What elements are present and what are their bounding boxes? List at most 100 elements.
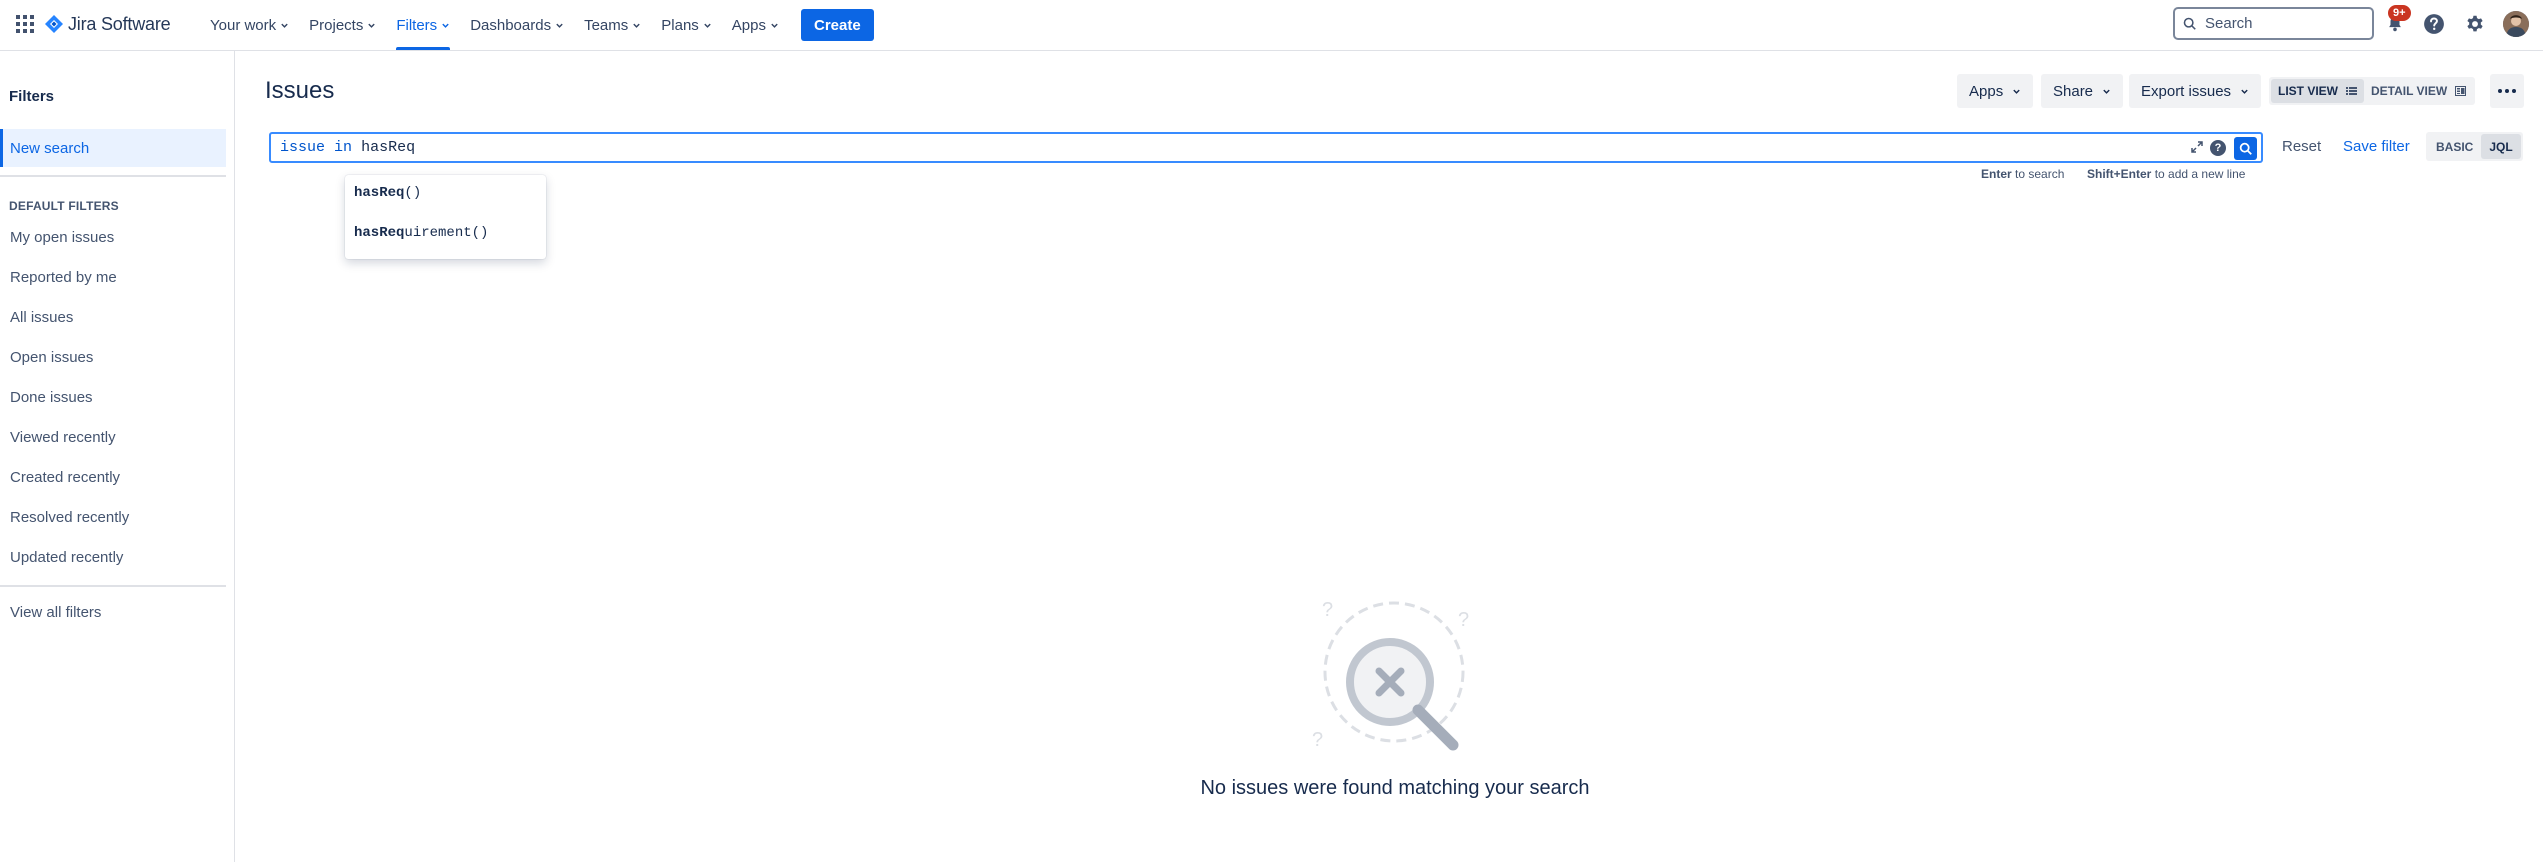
list-view-toggle[interactable]: LIST VIEW: [2271, 79, 2364, 103]
settings-gear-icon[interactable]: [2461, 10, 2489, 38]
sidebar-item-label: New search: [10, 139, 90, 157]
svg-text:?: ?: [1458, 609, 1469, 631]
expand-icon[interactable]: [2190, 140, 2204, 154]
view-toggle: LIST VIEW DETAIL VIEW: [2269, 77, 2476, 105]
chevron-down-icon: [633, 23, 640, 28]
jql-editor[interactable]: issue in hasReq ?: [269, 132, 2263, 163]
notifications-badge: 9+: [2388, 5, 2411, 21]
jql-value: hasReq: [361, 139, 416, 156]
nav-your-work[interactable]: Your work: [200, 0, 299, 50]
global-search[interactable]: [2173, 7, 2374, 40]
suggestion-rest: uirement(): [404, 225, 489, 241]
hint-text: to search: [2015, 167, 2065, 181]
nav-teams-label: Teams: [584, 16, 629, 34]
sidebar-item-view-all-filters[interactable]: View all filters: [10, 604, 101, 621]
apps-button-label: Apps: [1969, 82, 2004, 100]
jql-hint-shift-enter: Shift+Enter to add a new line: [2087, 167, 2245, 181]
nav-your-work-label: Your work: [210, 16, 277, 34]
nav-dashboards[interactable]: Dashboards: [460, 0, 574, 50]
jql-hint-enter: Enter to search: [1981, 167, 2064, 181]
export-button-label: Export issues: [2141, 82, 2232, 100]
sidebar-item-created-recently[interactable]: Created recently: [10, 469, 120, 486]
sidebar-divider: [0, 585, 226, 587]
sidebar-item-done-issues[interactable]: Done issues: [10, 389, 93, 406]
brand-name: Jira Software: [68, 13, 171, 34]
jql-operator: in: [334, 139, 353, 156]
hint-text: to add a new line: [2154, 167, 2246, 181]
sidebar-item-reported-by-me[interactable]: Reported by me: [10, 269, 117, 286]
reset-button[interactable]: Reset: [2282, 138, 2321, 155]
chevron-down-icon: [2103, 89, 2110, 94]
detail-view-label: DETAIL VIEW: [2371, 84, 2448, 98]
share-button-label: Share: [2053, 82, 2094, 100]
jql-autocomplete-dropdown: hasReq() hasRequirement(): [345, 175, 546, 259]
chevron-down-icon: [2241, 89, 2248, 94]
sidebar-item-updated-recently[interactable]: Updated recently: [10, 549, 123, 566]
nav-dashboards-label: Dashboards: [470, 16, 552, 34]
export-issues-button[interactable]: Export issues: [2129, 74, 2262, 108]
page-title: Issues: [265, 77, 335, 104]
jql-keyword: issue: [280, 139, 326, 156]
save-filter-button[interactable]: Save filter: [2343, 138, 2410, 155]
chevron-down-icon: [704, 23, 711, 28]
nav-projects[interactable]: Projects: [299, 0, 386, 50]
nav-apps[interactable]: Apps: [722, 0, 789, 50]
share-button[interactable]: Share: [2041, 74, 2124, 108]
svg-text:?: ?: [1322, 600, 1333, 621]
empty-state-message: No issues were found matching your searc…: [1200, 777, 1590, 799]
chevron-down-icon: [2013, 89, 2020, 94]
sidebar-item-new-search[interactable]: New search: [0, 129, 226, 167]
chevron-down-icon: [368, 23, 376, 28]
sidebar-item-open-issues[interactable]: Open issues: [10, 349, 93, 366]
nav-apps-label: Apps: [731, 16, 766, 34]
chevron-down-icon: [442, 23, 449, 28]
jira-diamond-icon: [45, 15, 63, 33]
question-circle-icon: [2424, 14, 2444, 34]
help-icon[interactable]: [2420, 10, 2448, 38]
jql-help-icon[interactable]: ?: [2210, 140, 2226, 156]
nav-projects-label: Projects: [309, 16, 364, 34]
sidebar-item-all-issues[interactable]: All issues: [10, 309, 73, 326]
apps-dropdown-button[interactable]: Apps: [1957, 74, 2034, 108]
sidebar-item-my-open-issues[interactable]: My open issues: [10, 229, 114, 246]
suggestion-match: hasReq: [354, 225, 405, 241]
avatar-image-icon: [2503, 11, 2529, 37]
search-mode-toggle: BASIC JQL: [2426, 132, 2523, 161]
no-results-magnifier-icon: ? ? ?: [1312, 600, 1469, 751]
chevron-down-icon: [281, 23, 288, 28]
basic-mode-toggle[interactable]: BASIC: [2428, 134, 2481, 159]
nav-plans-label: Plans: [661, 16, 699, 34]
jira-logo[interactable]: Jira Software: [44, 12, 171, 36]
more-actions-button[interactable]: [2490, 74, 2524, 108]
sidebar-title: Filters: [9, 88, 55, 105]
create-button[interactable]: Create: [801, 9, 874, 41]
sidebar-item-resolved-recently[interactable]: Resolved recently: [10, 509, 129, 526]
search-icon: [2239, 142, 2252, 155]
nav-filters-label: Filters: [396, 16, 438, 34]
more-dots-icon: [2498, 89, 2502, 93]
nav-filters[interactable]: Filters: [386, 0, 460, 50]
nav-teams[interactable]: Teams: [574, 0, 651, 50]
sidebar-divider: [0, 175, 226, 177]
list-view-label: LIST VIEW: [2278, 84, 2338, 98]
hint-key: Enter: [1981, 167, 2012, 181]
autocomplete-option[interactable]: hasReq(): [354, 185, 421, 201]
chevron-down-icon: [771, 23, 778, 28]
search-input[interactable]: [2205, 15, 2365, 32]
user-avatar[interactable]: [2503, 11, 2529, 37]
list-view-icon: [2346, 87, 2357, 95]
jql-query-text[interactable]: issue in hasReq: [280, 139, 415, 156]
suggestion-match: hasReq: [354, 185, 405, 201]
sidebar-item-viewed-recently[interactable]: Viewed recently: [10, 429, 116, 446]
detail-view-toggle[interactable]: DETAIL VIEW: [2364, 79, 2473, 103]
detail-view-icon: [2455, 86, 2467, 96]
autocomplete-option[interactable]: hasRequirement(): [354, 225, 488, 241]
app-switcher-icon[interactable]: [14, 13, 36, 35]
primary-nav: Your work Projects Filters Dashboards Te…: [200, 0, 874, 50]
top-navigation: Jira Software Your work Projects Filters…: [0, 0, 2543, 51]
nav-plans[interactable]: Plans: [651, 0, 722, 50]
svg-text:?: ?: [1312, 729, 1323, 751]
jql-search-button[interactable]: [2234, 137, 2257, 160]
jql-mode-toggle[interactable]: JQL: [2481, 134, 2521, 159]
sidebar-section-heading: DEFAULT FILTERS: [9, 199, 119, 213]
